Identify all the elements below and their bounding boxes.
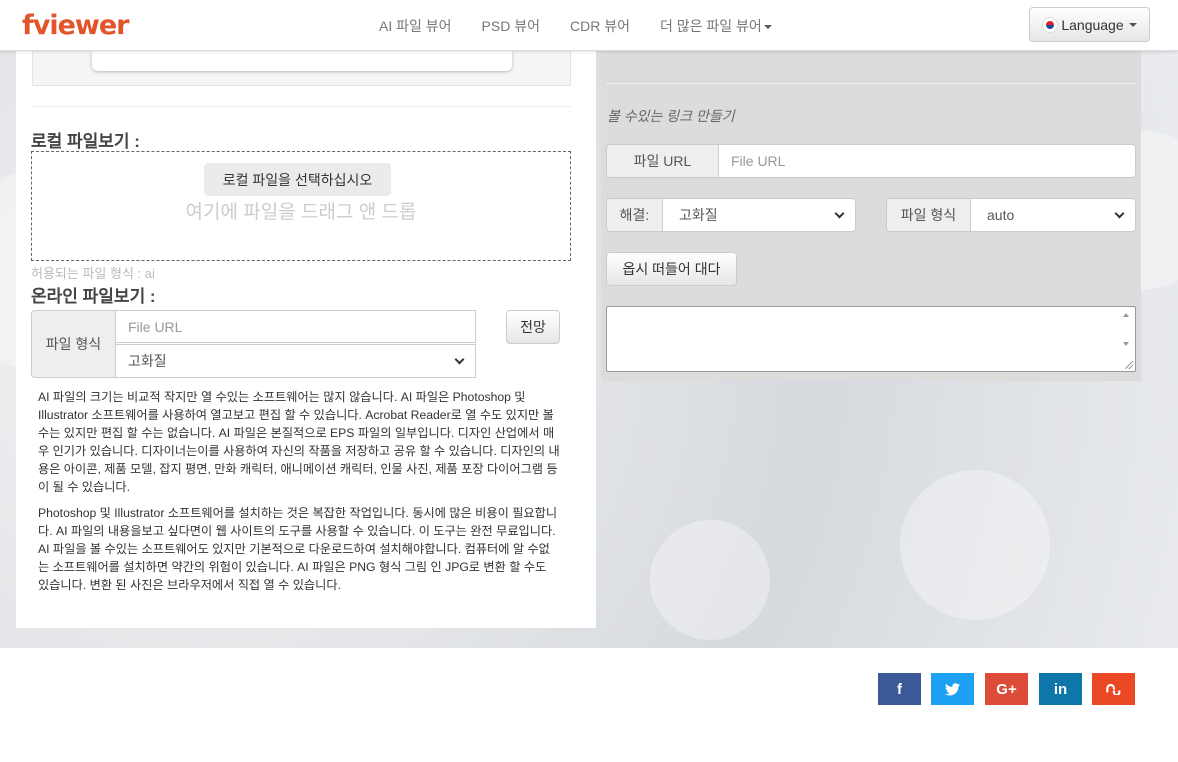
file-dropzone[interactable]: 로컬 파일을 선택하십시오 여기에 파일을 드래그 앤 드롭	[31, 151, 571, 261]
scroll-down-icon	[1123, 342, 1129, 346]
stumbleupon-share-button[interactable]	[1092, 673, 1135, 705]
embed-url-group: 파일 URL	[606, 144, 1136, 178]
korea-flag-icon	[1042, 16, 1059, 33]
google-plus-share-button[interactable]: G+	[985, 673, 1028, 705]
caret-down-icon	[1128, 22, 1137, 27]
embed-generate-button[interactable]: 옵시 떠들어 대다	[606, 252, 737, 286]
chevron-down-icon	[1114, 208, 1125, 218]
bokeh-light	[650, 520, 770, 640]
file-url-input[interactable]	[115, 310, 476, 343]
chevron-down-icon	[454, 354, 465, 364]
embed-format-select[interactable]: auto	[970, 198, 1136, 232]
resolution-select[interactable]: 고화질	[662, 198, 856, 232]
linkedin-icon: in	[1053, 680, 1068, 698]
stumbleupon-icon	[1105, 684, 1120, 695]
nav-cdr-viewer[interactable]: CDR 뷰어	[555, 16, 645, 36]
top-navbar: fviewer AI 파일 뷰어 PSD 뷰어 CDR 뷰어 더 많은 파일 뷰…	[0, 0, 1178, 51]
online-view-form: 파일 형식 고화질	[31, 310, 476, 378]
embed-url-input[interactable]	[718, 144, 1136, 178]
google-plus-icon: G+	[996, 680, 1017, 698]
resolution-group: 해결: 고화질	[606, 198, 856, 232]
file-format-label: 파일 형식	[31, 310, 116, 378]
divider	[606, 83, 1136, 84]
resolution-label: 해결:	[606, 198, 663, 232]
embed-format-group: 파일 형식 auto	[886, 198, 1136, 232]
left-panel: 로컬 파일보기 : 로컬 파일을 선택하십시오 여기에 파일을 드래그 앤 드롭…	[16, 51, 596, 628]
language-label: Language	[1061, 16, 1124, 33]
chevron-down-icon	[834, 208, 845, 218]
linkedin-share-button[interactable]: in	[1039, 673, 1082, 705]
divider	[32, 106, 571, 107]
nav-more-label: 더 많은 파일 뷰어	[659, 17, 762, 34]
local-view-title: 로컬 파일보기 :	[31, 132, 140, 151]
nav-ai-viewer[interactable]: AI 파일 뷰어	[364, 16, 467, 36]
file-url-label: 파일 URL	[606, 144, 719, 178]
quality-select[interactable]: 고화질	[115, 344, 476, 378]
view-button[interactable]: 전망	[506, 310, 560, 344]
site-logo[interactable]: fviewer	[22, 10, 129, 41]
embed-format-label: 파일 형식	[886, 198, 971, 232]
embed-format-value: auto	[987, 207, 1015, 223]
quality-value: 고화질	[128, 353, 167, 369]
resolution-value: 고화질	[679, 207, 718, 223]
nav-more-viewers[interactable]: 더 많은 파일 뷰어	[645, 16, 787, 36]
resize-handle-icon[interactable]	[1125, 361, 1133, 369]
online-view-title: 온라인 파일보기 :	[31, 287, 156, 306]
caret-down-icon	[763, 24, 772, 29]
viewer-inner	[92, 51, 512, 71]
description-paragraph-1: AI 파일의 크기는 비교적 작지만 열 수있는 소프트웨어는 많지 않습니다.…	[38, 390, 560, 494]
facebook-icon: f	[897, 680, 902, 698]
scroll-up-icon	[1123, 313, 1129, 317]
facebook-share-button[interactable]: f	[878, 673, 921, 705]
embed-panel: 볼 수있는 링크 만들기 파일 URL 해결: 고화질 파일 형식 auto 옵…	[601, 51, 1141, 381]
select-local-file-button[interactable]: 로컬 파일을 선택하십시오	[204, 163, 391, 196]
nav-psd-viewer[interactable]: PSD 뷰어	[467, 16, 555, 36]
viewer-frame	[32, 51, 571, 86]
language-button[interactable]: Language	[1029, 7, 1150, 42]
nav-links: AI 파일 뷰어 PSD 뷰어 CDR 뷰어 더 많은 파일 뷰어	[364, 0, 787, 51]
twitter-icon	[945, 682, 960, 695]
bokeh-light	[900, 470, 1050, 620]
drop-hint: 여기에 파일을 드래그 앤 드롭	[185, 202, 417, 223]
embed-caption: 볼 수있는 링크 만들기	[607, 108, 735, 124]
twitter-share-button[interactable]	[931, 673, 974, 705]
allowed-formats: 허용되는 파일 형식 : ai	[31, 266, 155, 281]
embed-code-textarea[interactable]	[606, 306, 1136, 372]
description-paragraph-2: Photoshop 및 Illustrator 소프트웨어를 설치하는 것은 복…	[38, 506, 558, 592]
